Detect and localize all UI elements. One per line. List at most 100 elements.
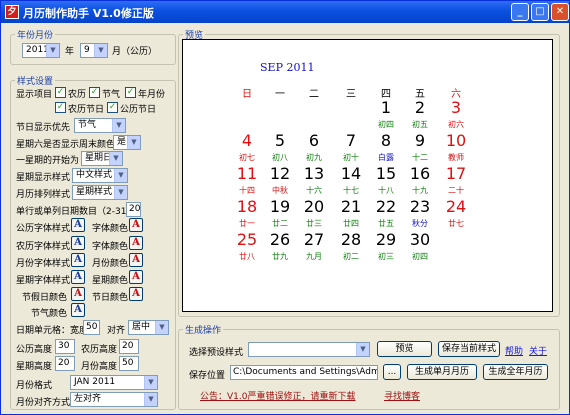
- month-select[interactable]: 9 ▼: [80, 43, 108, 58]
- single-days-input[interactable]: 20: [126, 202, 141, 217]
- month-layout-value: 星期样式: [76, 187, 113, 197]
- week-style-value: 中文样式: [76, 170, 113, 180]
- lunar-font-label: 农历字体样式: [16, 242, 71, 252]
- chevron-down-icon: ▼: [114, 169, 127, 182]
- festival-priority-label: 节日显示优先: [16, 123, 71, 133]
- help-link[interactable]: 帮助: [505, 344, 523, 357]
- browse-button[interactable]: ...: [383, 364, 401, 380]
- chevron-down-icon: ▼: [356, 343, 369, 356]
- month-color-button[interactable]: A: [129, 253, 143, 267]
- preset-style-select[interactable]: ▼: [248, 342, 370, 357]
- calendar-lunar-label: 廿八: [239, 252, 255, 261]
- festival-priority-select[interactable]: 节气 ▼: [74, 118, 126, 133]
- gregorian-height-input[interactable]: 30: [55, 339, 75, 354]
- calendar-date: 5: [274, 131, 286, 150]
- blog-link[interactable]: 寻找博客: [384, 389, 420, 402]
- month-align-label: 月份对齐方式: [16, 398, 71, 408]
- month-align-select[interactable]: 左对齐 ▼: [70, 392, 158, 407]
- checkbox-year-month[interactable]: ✓: [125, 87, 136, 98]
- month-format-select[interactable]: JAN 2011 ▼: [70, 375, 158, 390]
- week-start-select[interactable]: 星期日 ▼: [81, 151, 123, 166]
- calendar-lunar-label: 教师: [448, 153, 464, 162]
- minimize-button[interactable]: _: [511, 3, 529, 21]
- weekend-color-value: 是: [117, 137, 127, 147]
- week-color-button[interactable]: A: [129, 270, 143, 284]
- solar-term-color-label: 节气颜色: [31, 309, 68, 319]
- align-label: 对齐: [107, 326, 126, 336]
- weekend-color-select[interactable]: 是 ▼: [113, 135, 141, 150]
- month-align-value: 左对齐: [74, 394, 102, 404]
- app-icon: 夕: [5, 5, 19, 19]
- generate-full-year-button[interactable]: 生成全年月历: [483, 364, 548, 380]
- calendar-date: 17: [445, 164, 467, 183]
- week-color-label: 星期颜色: [92, 276, 129, 286]
- week-font-label: 星期字体样式: [16, 276, 71, 286]
- title-bar: 夕 月历制作助手 V1.0修正版 _ □ ✕: [1, 1, 569, 23]
- notice-link[interactable]: 公告：V1.0严重错误修正，请重新下载: [200, 389, 355, 402]
- generate-single-month-button[interactable]: 生成单月月历: [407, 364, 477, 380]
- preview-button[interactable]: 预览: [377, 341, 432, 357]
- lunar-height-label: 农历高度: [81, 345, 118, 355]
- checkbox-lunar-festival[interactable]: ✓: [55, 102, 66, 113]
- checkbox-solar-term[interactable]: ✓: [89, 87, 100, 98]
- checkbox-gregorian-festival-label: 公历节日: [120, 105, 157, 115]
- calendar-date: 13: [303, 164, 325, 183]
- calendar-lunar-label: 九月: [306, 252, 322, 261]
- month-height-label: 月份高度: [81, 362, 118, 372]
- close-button[interactable]: ✕: [551, 3, 569, 21]
- weekday-header: 三: [346, 89, 356, 100]
- about-link[interactable]: 关于: [529, 344, 547, 357]
- month-layout-select[interactable]: 星期样式 ▼: [72, 185, 128, 200]
- week-style-select[interactable]: 中文样式 ▼: [72, 168, 128, 183]
- calendar-month-title: SEP 2011: [260, 61, 315, 74]
- calendar-lunar-label: 十六: [306, 186, 322, 195]
- calendar-lunar-label: 廿七: [448, 219, 464, 228]
- calendar-lunar-label: 廿三: [306, 219, 322, 228]
- date-cell-width-input[interactable]: 50: [83, 320, 100, 335]
- checkbox-lunar-festival-label: 农历节日: [68, 105, 105, 115]
- lunar-day-color-button[interactable]: A: [129, 287, 143, 301]
- month-height-input[interactable]: 50: [119, 356, 139, 371]
- calendar-date: 19: [269, 197, 291, 216]
- save-style-button[interactable]: 保存当前样式: [438, 341, 500, 357]
- calendar-date: 7: [345, 131, 357, 150]
- calendar-lunar-label: 初九: [306, 153, 322, 162]
- maximize-button[interactable]: □: [531, 3, 549, 21]
- calendar-date: 6: [308, 131, 320, 150]
- chevron-down-icon: ▼: [114, 186, 127, 199]
- month-format-label: 月份格式: [16, 381, 53, 391]
- gregorian-color-button[interactable]: A: [129, 218, 143, 232]
- calendar-lunar-label: 初十: [343, 153, 359, 162]
- align-value: 居中: [132, 322, 151, 332]
- lunar-day-color-label: 节日颜色: [92, 293, 129, 303]
- week-height-label: 星期高度: [16, 362, 53, 372]
- checkbox-lunar[interactable]: ✓: [55, 87, 66, 98]
- lunar-color-button[interactable]: A: [129, 236, 143, 250]
- app-window: 夕 月历制作助手 V1.0修正版 _ □ ✕ 年份月份 2011 ▼ 年 9 ▼ 月…: [0, 0, 570, 415]
- align-select[interactable]: 居中 ▼: [128, 320, 169, 335]
- year-select[interactable]: 2011 ▼: [22, 43, 60, 58]
- festival-color-button[interactable]: A: [71, 287, 85, 301]
- week-font-button[interactable]: A: [71, 270, 85, 284]
- week-height-input[interactable]: 20: [55, 356, 75, 371]
- calendar-date: 14: [340, 164, 362, 183]
- calendar-date: 11: [236, 164, 258, 183]
- solar-term-color-button[interactable]: A: [71, 303, 85, 317]
- calendar-lunar-label: 十四: [239, 186, 255, 195]
- calendar-lunar-label: 初八: [272, 153, 288, 162]
- generate-legend: 生成操作: [185, 326, 222, 336]
- calendar-date: 8: [380, 131, 392, 150]
- gregorian-font-button[interactable]: A: [71, 218, 85, 232]
- checkbox-year-month-label: 年月份: [138, 90, 166, 100]
- lunar-height-input[interactable]: 20: [119, 339, 139, 354]
- save-location-input[interactable]: C:\Documents and Settings\Administ: [230, 365, 378, 380]
- lunar-font-button[interactable]: A: [71, 236, 85, 250]
- weekday-header: 一: [275, 89, 285, 100]
- calendar-lunar-label: 廿一: [239, 219, 255, 228]
- calendar-lunar-label: 十九: [412, 186, 428, 195]
- month-font-button[interactable]: A: [71, 253, 85, 267]
- checkbox-gregorian-festival[interactable]: ✓: [107, 102, 118, 113]
- calendar-date: 30: [409, 230, 431, 249]
- chevron-down-icon: ▼: [127, 136, 140, 149]
- calendar-date: 29: [375, 230, 397, 249]
